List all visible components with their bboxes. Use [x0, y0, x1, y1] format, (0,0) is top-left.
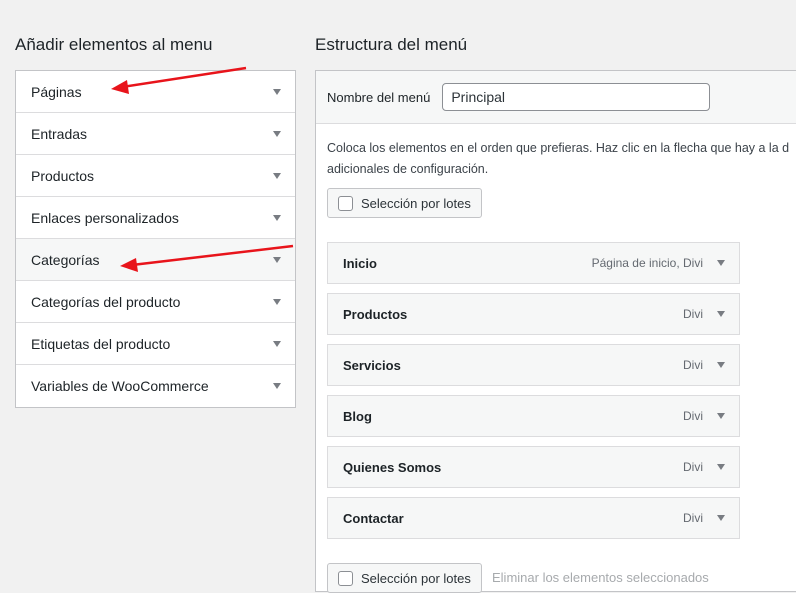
- accordion-item-label: Categorías del producto: [31, 293, 181, 310]
- menu-item-type: Página de inicio, Divi: [591, 256, 703, 270]
- triangle-down-icon[interactable]: [717, 260, 725, 266]
- menu-item-title: Blog: [343, 408, 372, 424]
- triangle-down-icon[interactable]: [273, 256, 281, 263]
- triangle-down-icon[interactable]: [717, 311, 725, 317]
- menu-name-label: Nombre del menú: [327, 89, 431, 105]
- triangle-down-icon[interactable]: [273, 340, 281, 347]
- triangle-down-icon[interactable]: [717, 464, 725, 470]
- bulk-select-label: Selección por lotes: [361, 570, 471, 586]
- menu-item-title: Inicio: [343, 255, 377, 271]
- triangle-down-icon[interactable]: [273, 88, 281, 95]
- instructions-line-1: Coloca los elementos en el orden que pre…: [327, 141, 790, 155]
- accordion-item-label: Enlaces personalizados: [31, 209, 179, 226]
- accordion-item-label: Etiquetas del producto: [31, 335, 171, 352]
- menu-item-type: Divi: [683, 460, 703, 474]
- triangle-down-icon[interactable]: [273, 172, 281, 179]
- triangle-down-icon[interactable]: [717, 413, 725, 419]
- accordion-item-variables-woocommerce[interactable]: Variables de WooCommerce: [16, 365, 295, 407]
- checkbox-icon[interactable]: [338, 570, 353, 586]
- menu-item-type: Divi: [683, 409, 703, 423]
- menu-name-input[interactable]: [442, 83, 711, 111]
- menu-item[interactable]: Inicio Página de inicio, Divi: [327, 242, 740, 284]
- accordion-item-label: Variables de WooCommerce: [31, 378, 209, 394]
- bulk-select-button-bottom[interactable]: Selección por lotes: [327, 563, 482, 593]
- menu-structure-title: Estructura del menú: [315, 35, 468, 54]
- menu-item[interactable]: Blog Divi: [327, 395, 740, 437]
- triangle-down-icon[interactable]: [273, 130, 281, 137]
- accordion-item-entradas[interactable]: Entradas: [16, 113, 295, 155]
- menu-instructions: Coloca los elementos en el orden que pre…: [327, 138, 796, 180]
- accordion-item-categorias-producto[interactable]: Categorías del producto: [16, 281, 295, 323]
- menu-structure-panel: Nombre del menú Coloca los elementos en …: [315, 70, 796, 593]
- menu-item-title: Contactar: [343, 510, 404, 526]
- accordion-item-etiquetas-producto[interactable]: Etiquetas del producto: [16, 323, 295, 365]
- checkbox-icon[interactable]: [338, 195, 353, 211]
- instructions-line-2: adicionales de configuración.: [327, 162, 489, 176]
- bulk-select-label: Selección por lotes: [361, 195, 471, 211]
- menu-item[interactable]: Contactar Divi: [327, 497, 740, 539]
- triangle-down-icon[interactable]: [717, 362, 725, 368]
- accordion-item-label: Categorías: [31, 251, 100, 268]
- triangle-down-icon[interactable]: [273, 383, 281, 389]
- menu-item-title: Quienes Somos: [343, 459, 442, 475]
- accordion-item-categorias[interactable]: Categorías: [16, 239, 295, 281]
- add-menu-items-title: Añadir elementos al menu: [15, 35, 213, 54]
- menu-item-title: Servicios: [343, 357, 401, 373]
- menu-item[interactable]: Quienes Somos Divi: [327, 446, 740, 488]
- accordion-item-productos[interactable]: Productos: [16, 155, 295, 197]
- menu-item[interactable]: Productos Divi: [327, 293, 740, 335]
- menu-name-header: Nombre del menú: [316, 71, 796, 124]
- bulk-select-button[interactable]: Selección por lotes: [327, 188, 482, 218]
- add-items-accordion: Páginas Entradas Productos Enlaces perso…: [15, 70, 296, 408]
- triangle-down-icon[interactable]: [717, 515, 725, 521]
- menu-item-type: Divi: [683, 511, 703, 525]
- menu-item-type: Divi: [683, 307, 703, 321]
- menu-item[interactable]: Servicios Divi: [327, 344, 740, 386]
- accordion-item-enlaces-personalizados[interactable]: Enlaces personalizados: [16, 197, 295, 239]
- triangle-down-icon[interactable]: [273, 214, 281, 221]
- accordion-item-paginas[interactable]: Páginas: [16, 71, 295, 113]
- menu-item-type: Divi: [683, 358, 703, 372]
- menu-item-title: Productos: [343, 306, 408, 322]
- accordion-item-label: Páginas: [31, 83, 82, 100]
- accordion-item-label: Entradas: [31, 125, 88, 142]
- accordion-item-label: Productos: [31, 167, 95, 184]
- triangle-down-icon[interactable]: [273, 298, 281, 305]
